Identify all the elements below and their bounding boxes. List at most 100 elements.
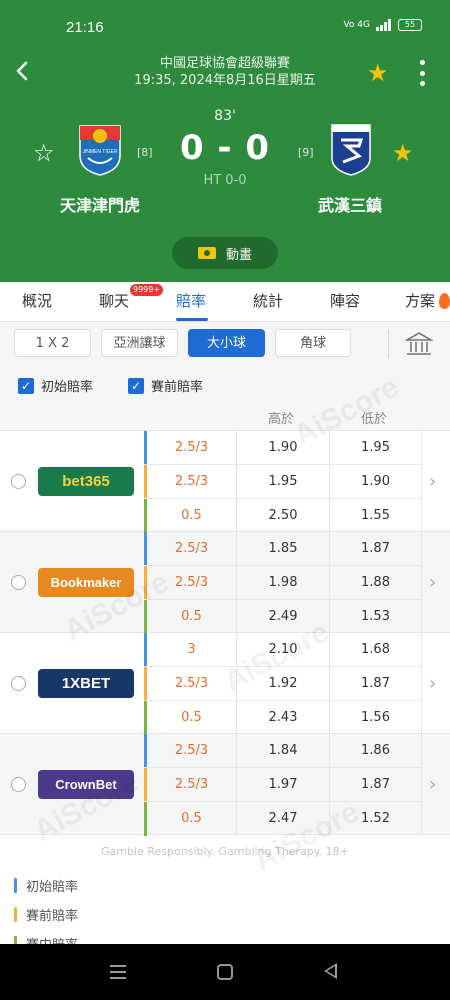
animation-icon xyxy=(197,247,216,259)
bookmaker-bank-icon[interactable] xyxy=(405,331,433,357)
under-odds-cell: 1.88 xyxy=(330,566,422,600)
under-odds-cell: 1.53 xyxy=(330,600,422,634)
filter-corners[interactable]: 角球 xyxy=(275,329,351,357)
chevron-right-icon[interactable]: › xyxy=(429,572,436,593)
bookmaker-radio[interactable] xyxy=(11,474,26,489)
odds-row: 2.5/3 1.97 1.87 xyxy=(144,768,422,802)
match-datetime: 19:35, 2024年8月16日星期五 xyxy=(134,73,316,88)
under-odds-cell: 1.90 xyxy=(330,465,422,499)
goal-line-cell: 0.5 xyxy=(147,600,237,634)
follow-away-star-icon[interactable]: ★ xyxy=(392,139,414,167)
more-options-icon[interactable] xyxy=(414,60,430,86)
animation-label: 動畫 xyxy=(225,247,252,263)
goal-line-cell: 2.5/3 xyxy=(147,431,237,465)
favorite-star-icon[interactable]: ★ xyxy=(367,59,389,87)
goal-line-cell: 0.5 xyxy=(147,802,237,836)
battery-icon: 55 xyxy=(398,19,422,31)
away-team-logo[interactable] xyxy=(329,122,373,176)
legend-initial-color xyxy=(14,877,17,893)
bookmaker-radio[interactable] xyxy=(11,777,26,792)
tab-lineup[interactable]: 陣容 xyxy=(330,282,360,322)
bookmaker-logo: Bookmaker xyxy=(38,568,134,597)
goal-line-cell: 2.5/3 xyxy=(147,465,237,499)
fire-icon xyxy=(439,293,450,309)
legend-initial: 初始賠率 xyxy=(14,876,78,895)
tab-overview[interactable]: 概況 xyxy=(22,282,52,322)
signal-icon: Vo 4G xyxy=(343,20,370,30)
over-odds-cell: 2.10 xyxy=(237,633,330,667)
under-odds-cell: 1.55 xyxy=(330,499,422,533)
tab-plans[interactable]: 方案 xyxy=(405,282,435,322)
home-team-logo[interactable]: JINMEN TIGER xyxy=(78,122,122,176)
filter-asian-handicap[interactable]: 亞洲讓球 xyxy=(101,329,178,357)
bookmaker-group[interactable]: 1XBET › 3 2.10 1.68 2.5/3 1.92 1.87 0.5 2.43 1.56 xyxy=(0,633,450,735)
tab-bar: 概況 聊天 賠率 統計 陣容 方案 xyxy=(0,282,450,322)
bookmaker-logo: CrownBet xyxy=(38,770,134,799)
status-time: 21:16 xyxy=(66,19,104,36)
tab-chat[interactable]: 聊天 xyxy=(99,282,129,322)
checkbox-initial-label: 初始賠率 xyxy=(41,380,94,395)
bookmaker-radio[interactable] xyxy=(11,676,26,691)
over-odds-cell: 2.47 xyxy=(237,802,330,836)
goal-line-cell: 2.5/3 xyxy=(147,566,237,600)
bookmaker-group[interactable]: bet365 › 2.5/3 1.90 1.95 2.5/3 1.95 1.90 0.5 2.50… xyxy=(0,431,450,533)
chevron-right-icon[interactable]: › xyxy=(429,774,436,795)
home-rank: [8] xyxy=(137,146,153,159)
chevron-right-icon[interactable]: › xyxy=(429,471,436,492)
over-odds-cell: 1.85 xyxy=(237,532,330,566)
league-name: 中國足球協會超級聯賽 xyxy=(159,56,290,71)
animation-button[interactable]: 動畫 xyxy=(172,237,278,269)
over-odds-cell: 1.84 xyxy=(237,734,330,768)
bookmaker-logo: 1XBET xyxy=(38,669,134,698)
over-odds-cell: 2.50 xyxy=(237,499,330,533)
recent-apps-icon[interactable] xyxy=(110,965,126,979)
back-arrow-icon[interactable] xyxy=(12,60,34,82)
status-icons: Vo 4G 55 xyxy=(343,19,422,31)
over-odds-cell: 2.49 xyxy=(237,600,330,634)
status-bar: 21:16 Vo 4G 55 xyxy=(0,0,450,50)
check-icon: ✓ xyxy=(128,377,144,394)
odds-row: 0.5 2.43 1.56 xyxy=(144,701,422,735)
odds-row: 2.5/3 1.90 1.95 xyxy=(144,431,422,465)
system-nav-bar xyxy=(0,944,450,1000)
bookmaker-group[interactable]: CrownBet › 2.5/3 1.84 1.86 2.5/3 1.97 1.87 0.5 2.… xyxy=(0,734,450,836)
odds-table-header: 高於 低於 xyxy=(0,402,450,431)
chevron-right-icon[interactable]: › xyxy=(429,673,436,694)
over-odds-cell: 1.98 xyxy=(237,566,330,600)
goal-line-cell: 3 xyxy=(147,633,237,667)
over-odds-cell: 1.92 xyxy=(237,667,330,701)
tab-odds[interactable]: 賠率 xyxy=(176,282,206,322)
odds-row: 2.5/3 1.92 1.87 xyxy=(144,667,422,701)
back-triangle-icon[interactable] xyxy=(324,963,337,979)
filter-1x2[interactable]: 1 X 2 xyxy=(14,329,91,357)
match-header: 21:16 Vo 4G 55 中國足球協會超級聯賽 19:35, 2024年8月… xyxy=(0,0,450,282)
odds-row: 2.5/3 1.85 1.87 xyxy=(144,532,422,566)
legend-pre: 賽前賠率 xyxy=(14,905,78,924)
under-odds-cell: 1.68 xyxy=(330,633,422,667)
home-team-name[interactable]: 天津津門虎 xyxy=(40,192,160,216)
under-odds-cell: 1.87 xyxy=(330,667,422,701)
away-rank: [9] xyxy=(298,146,314,159)
goal-line-cell: 2.5/3 xyxy=(147,532,237,566)
bookmaker-radio[interactable] xyxy=(11,575,26,590)
away-team-name[interactable]: 武漢三鎮 xyxy=(290,192,410,216)
header-under: 低於 xyxy=(361,412,388,427)
header-over: 高於 xyxy=(268,412,295,427)
odds-row: 0.5 2.49 1.53 xyxy=(144,600,422,634)
bookmaker-group[interactable]: Bookmaker › 2.5/3 1.85 1.87 2.5/3 1.98 1.88 0.5 2… xyxy=(0,532,450,634)
odds-row: 2.5/3 1.84 1.86 xyxy=(144,734,422,768)
goal-line-cell: 0.5 xyxy=(147,701,237,735)
checkbox-pre-match-odds[interactable]: ✓ 賽前賠率 xyxy=(128,376,203,395)
checkbox-initial-odds[interactable]: ✓ 初始賠率 xyxy=(18,376,93,395)
under-odds-cell: 1.52 xyxy=(330,802,422,836)
legend-pre-color xyxy=(14,906,17,922)
follow-home-star-icon[interactable]: ☆ xyxy=(33,139,55,167)
goal-line-cell: 2.5/3 xyxy=(147,734,237,768)
home-icon[interactable] xyxy=(217,964,233,980)
goal-line-cell: 2.5/3 xyxy=(147,768,237,802)
checkbox-pre-label: 賽前賠率 xyxy=(151,380,204,395)
home-logo-text: JINMEN TIGER xyxy=(82,149,118,155)
tab-stats[interactable]: 統計 xyxy=(253,282,283,322)
filter-over-under[interactable]: 大小球 xyxy=(188,329,265,357)
goal-line-cell: 2.5/3 xyxy=(147,667,237,701)
